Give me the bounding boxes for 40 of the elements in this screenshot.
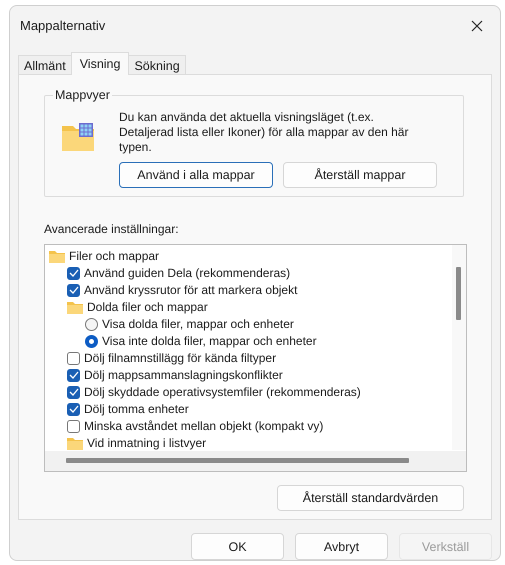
folder-icon xyxy=(49,250,65,263)
group-title: Mappvyer xyxy=(53,88,112,102)
section-label: Avancerade inställningar: xyxy=(44,222,180,238)
setting-label[interactable]: Vid inmatning i listvyer xyxy=(87,436,206,450)
setting-label[interactable]: Visa inte dolda filer, mappar och enheter xyxy=(102,334,317,348)
scrollbar-thumb[interactable] xyxy=(456,266,461,320)
checkbox[interactable] xyxy=(67,266,80,280)
window-title: Mappalternativ xyxy=(20,18,106,34)
setting-label[interactable]: Dölj tomma enheter xyxy=(84,402,189,416)
checkbox[interactable] xyxy=(67,352,80,365)
button[interactable]: OK xyxy=(191,533,284,560)
checkbox[interactable] xyxy=(67,386,80,399)
folder-icon xyxy=(67,436,83,450)
scrollbar-thumb[interactable] xyxy=(66,458,409,463)
radio-button[interactable] xyxy=(85,334,98,348)
tab[interactable]: Sökning xyxy=(128,54,186,74)
radio-button[interactable] xyxy=(85,318,98,331)
close-icon xyxy=(471,20,483,32)
button[interactable]: Avbryt xyxy=(295,533,388,560)
setting-label[interactable]: Dolda filer och mappar xyxy=(87,300,208,314)
description-text: Du kan använda det aktuella visningsläget (t.ex. Detaljerad lista eller Ikoner) för alla mappar av den här typen. xyxy=(119,110,410,155)
setting-label[interactable]: Dölj mappsammanslagningskonflikter xyxy=(84,368,283,382)
folder-icon xyxy=(67,300,83,314)
setting-label[interactable]: Minska avståndet mellan objekt (kompakt vy) xyxy=(84,419,324,434)
button[interactable]: Återställ mappar xyxy=(283,162,437,188)
setting-label[interactable]: Filer och mappar xyxy=(69,249,160,264)
setting-label[interactable]: Använd guiden Dela (rekommenderas) xyxy=(84,266,290,280)
reset-button[interactable]: Återställ standardvärden xyxy=(277,484,464,511)
folder-view-icon xyxy=(61,122,95,152)
tab[interactable]: Allmänt xyxy=(18,54,72,74)
setting-label[interactable]: Visa dolda filer, mappar och enheter xyxy=(102,317,294,332)
checkbox[interactable] xyxy=(67,284,80,297)
setting-label[interactable]: Dölj filnamnstillägg för kända filtyper xyxy=(84,351,276,366)
checkbox[interactable] xyxy=(67,402,80,416)
button[interactable]: Använd i alla mappar xyxy=(119,162,273,188)
setting-label[interactable]: Dölj skyddade operativsystemfiler (rekommenderas) xyxy=(84,385,361,400)
checkbox[interactable] xyxy=(67,420,80,433)
setting-label[interactable]: Använd kryssrutor för att markera objekt xyxy=(84,283,298,298)
checkbox[interactable] xyxy=(67,368,80,382)
tab[interactable]: Visning xyxy=(70,52,130,75)
